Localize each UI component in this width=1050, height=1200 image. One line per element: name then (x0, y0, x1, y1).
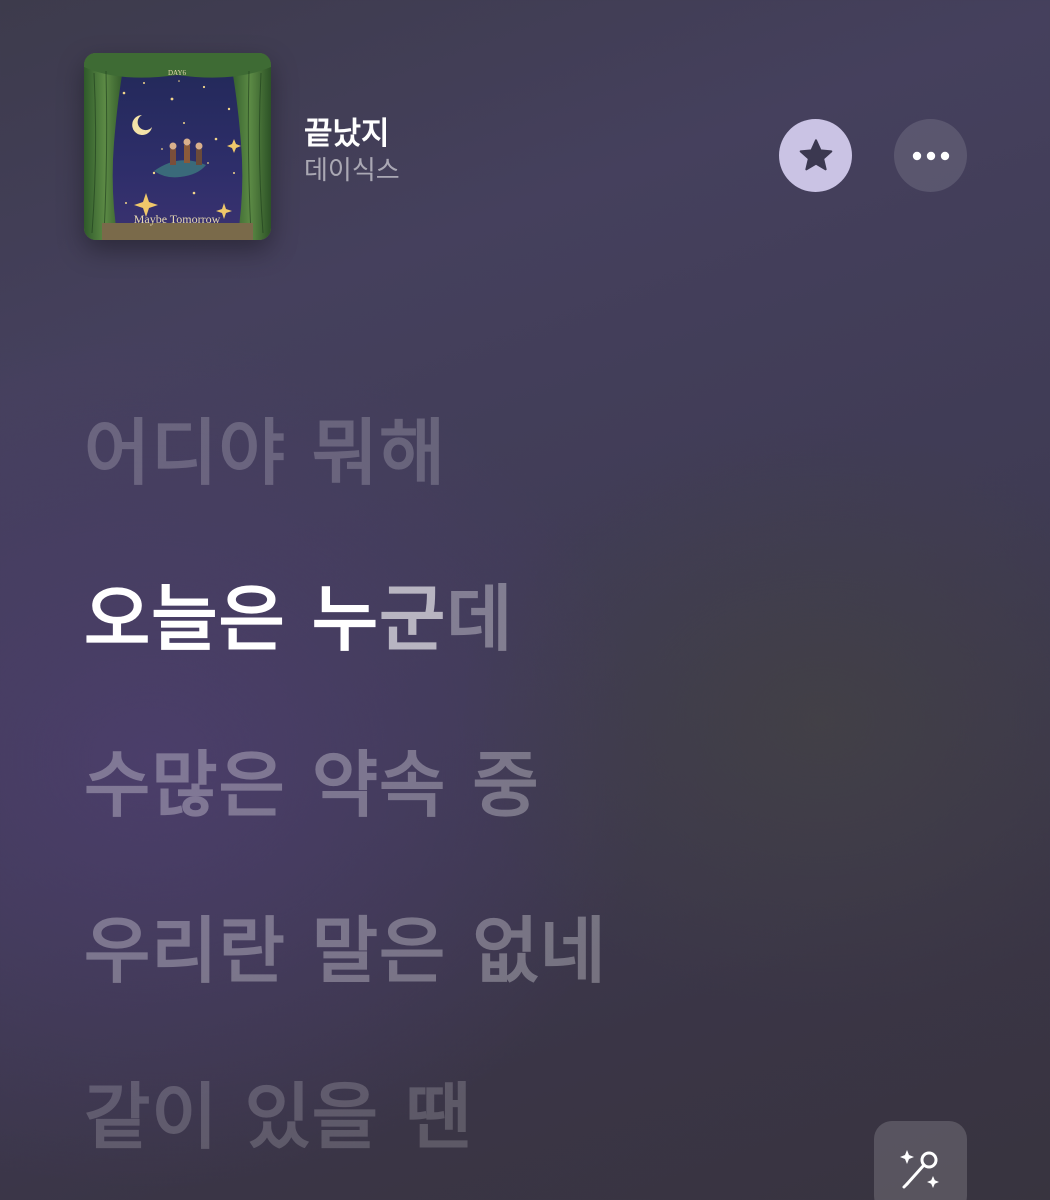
star-icon (799, 138, 832, 170)
favorite-button[interactable] (779, 119, 852, 192)
album-artwork-image: Maybe Tomorrow DAY6 (84, 53, 271, 240)
track-title: 끝났지 (304, 116, 390, 152)
lyric-current-syllable: 군 (379, 577, 447, 661)
lyric-line[interactable]: 우리란 말은 없네 (84, 868, 984, 1034)
ellipsis-icon (912, 151, 949, 160)
sing-button[interactable] (874, 1121, 967, 1200)
album-title-text: Maybe Tomorrow (134, 212, 221, 226)
microphone-sparkles-icon (899, 1149, 939, 1188)
album-artist-mark: DAY6 (168, 69, 187, 77)
track-artist[interactable]: 데이식스 (304, 154, 400, 188)
album-artwork[interactable]: Maybe Tomorrow DAY6 (84, 53, 271, 240)
lyric-line[interactable]: 같이 있을 땐 (84, 1034, 984, 1200)
more-options-button[interactable] (894, 119, 967, 192)
lyric-unsung-text: 데 (446, 577, 514, 661)
track-info[interactable]: 끝났지 데이식스 (304, 114, 400, 188)
lyric-sung-text: 오늘은 누 (84, 577, 380, 661)
lyric-line[interactable]: 어디야 뭐해 (84, 370, 984, 536)
lyric-line[interactable]: 수많은 약속 중 (84, 702, 984, 868)
now-playing-header: Maybe Tomorrow DAY6 끝났지 데이식스 (0, 0, 1050, 260)
lyric-line-active[interactable]: 오늘은 누군데 (84, 536, 984, 702)
lyrics-view[interactable]: 어디야 뭐해 오늘은 누군데 수많은 약속 중 우리란 말은 없네 같이 있을 … (84, 370, 984, 1200)
